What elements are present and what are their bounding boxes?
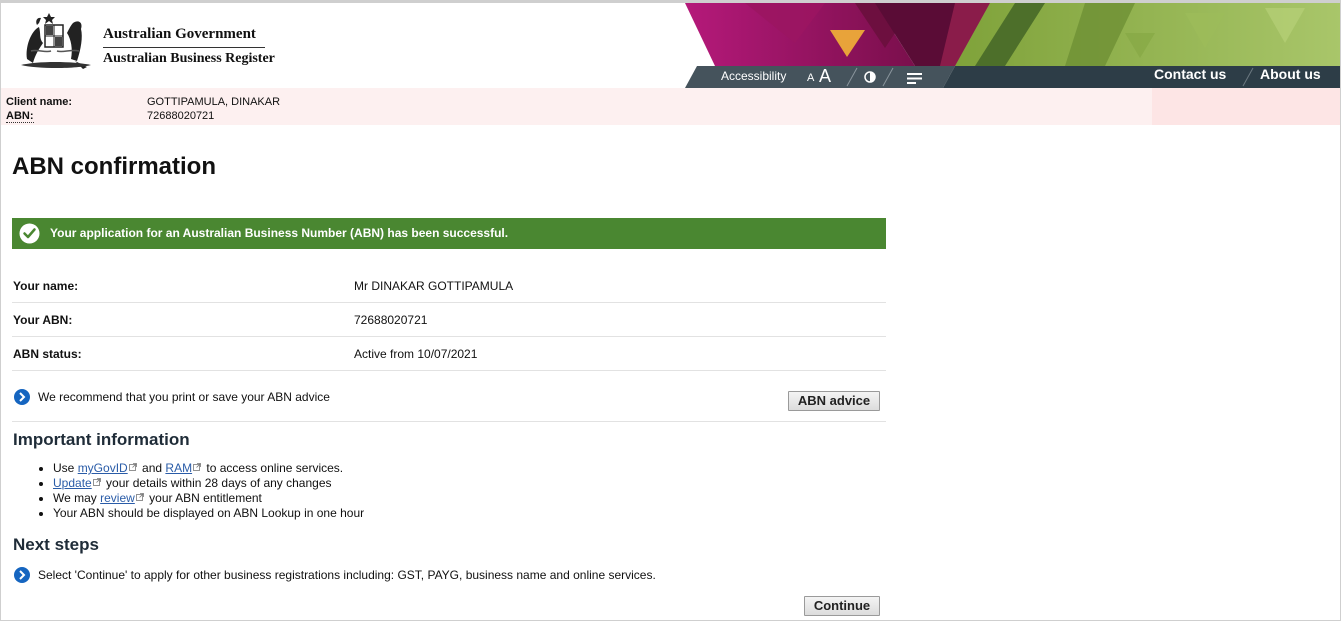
success-banner: Your application for an Australian Busin… bbox=[12, 218, 886, 249]
register-name: Australian Business Register bbox=[103, 51, 275, 66]
list-item: Your ABN should be displayed on ABN Look… bbox=[53, 506, 364, 521]
about-us-link[interactable]: About us bbox=[1260, 66, 1321, 82]
logo-divider bbox=[103, 47, 265, 48]
client-name-value: GOTTIPAMULA, DINAKAR bbox=[147, 96, 281, 108]
external-link-icon bbox=[135, 493, 144, 501]
ram-link[interactable]: RAM bbox=[165, 461, 192, 475]
success-message: Your application for an Australian Busin… bbox=[50, 226, 509, 240]
browser-frame: Australian Government Australian Busines… bbox=[0, 0, 1341, 621]
detail-row-abn: Your ABN: 72688020721 bbox=[12, 302, 886, 337]
detail-value: 72688020721 bbox=[354, 313, 428, 327]
abn-label: ABN: bbox=[6, 110, 34, 123]
list-text: Use bbox=[53, 461, 78, 475]
external-link-icon bbox=[92, 478, 101, 486]
next-steps-text: Select 'Continue' to apply for other bus… bbox=[38, 568, 656, 582]
list-item: Use myGovID and RAM to access online ser… bbox=[53, 461, 364, 476]
detail-value: Active from 10/07/2021 bbox=[354, 347, 478, 361]
list-text: We may bbox=[53, 491, 101, 505]
list-item: We may review your ABN entitlement bbox=[53, 491, 364, 506]
client-bar-accent bbox=[1152, 88, 1340, 125]
recommend-text: We recommend that you print or save your… bbox=[38, 390, 330, 404]
menu-icon[interactable] bbox=[907, 73, 922, 84]
abn-value: 72688020721 bbox=[147, 110, 215, 122]
detail-label: Your ABN: bbox=[13, 313, 73, 327]
government-title: Australian Government bbox=[103, 26, 256, 42]
abn-advice-button[interactable]: ABN advice bbox=[788, 391, 880, 411]
list-text: your ABN entitlement bbox=[145, 491, 262, 505]
list-text: your details within 28 days of any chang… bbox=[102, 476, 332, 490]
external-link-icon bbox=[193, 463, 201, 471]
chevron-right-circle-icon bbox=[14, 389, 30, 405]
chevron-right-circle-icon bbox=[14, 567, 30, 583]
detail-label: Your name: bbox=[13, 279, 79, 293]
list-item: Update your details within 28 days of an… bbox=[53, 476, 364, 491]
important-heading: Important information bbox=[13, 430, 190, 449]
font-size-large-button[interactable]: A bbox=[819, 66, 831, 87]
coat-of-arms-icon bbox=[21, 13, 91, 69]
important-list: Use myGovID and RAM to access online ser… bbox=[33, 461, 364, 521]
detail-row-name: Your name: Mr DINAKAR GOTTIPAMULA bbox=[12, 268, 886, 303]
mygovid-link[interactable]: myGovID bbox=[78, 461, 128, 475]
detail-row-status: ABN status: Active from 10/07/2021 bbox=[12, 336, 886, 371]
site-header: Australian Government Australian Busines… bbox=[1, 3, 1340, 88]
review-link[interactable]: review bbox=[100, 491, 135, 505]
external-link-icon bbox=[128, 463, 137, 471]
check-circle-icon bbox=[19, 223, 40, 244]
contact-us-link[interactable]: Contact us bbox=[1154, 66, 1226, 82]
font-size-small-button[interactable]: A bbox=[807, 72, 814, 84]
government-logo[interactable]: Australian Government Australian Busines… bbox=[17, 9, 277, 73]
header-banner: Accessibility A A Contact us About us bbox=[685, 3, 1340, 88]
page-title: ABN confirmation bbox=[12, 153, 216, 180]
list-text: and bbox=[138, 461, 166, 475]
accessibility-link[interactable]: Accessibility bbox=[721, 69, 786, 83]
section-divider bbox=[12, 421, 886, 422]
next-steps-heading: Next steps bbox=[13, 535, 99, 554]
detail-label: ABN status: bbox=[13, 347, 82, 361]
update-link[interactable]: Update bbox=[53, 476, 92, 490]
client-name-label: Client name: bbox=[6, 96, 73, 108]
detail-value: Mr DINAKAR GOTTIPAMULA bbox=[354, 279, 514, 293]
contrast-icon[interactable] bbox=[864, 71, 876, 83]
list-text: to access online services. bbox=[203, 461, 344, 475]
continue-button[interactable]: Continue bbox=[804, 596, 880, 616]
client-info-bar: Client name: GOTTIPAMULA, DINAKAR ABN: 7… bbox=[1, 88, 1340, 125]
